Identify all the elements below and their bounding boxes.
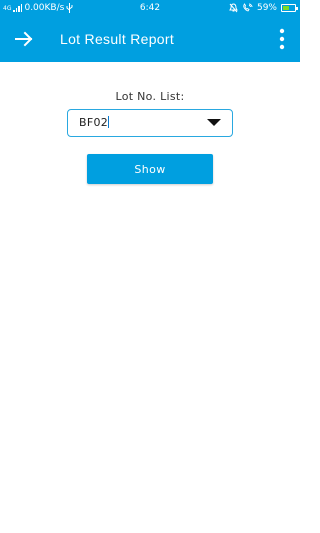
status-right: 59% (229, 0, 298, 16)
battery-percent: 59% (256, 3, 277, 13)
lot-select-text: BF02 (79, 116, 109, 129)
lot-list-label: Lot No. List: (115, 90, 185, 103)
arrow-right-icon[interactable] (12, 27, 36, 51)
page-title: Lot Result Report (60, 31, 175, 47)
wifi-call-icon (243, 3, 253, 12)
more-vert-icon[interactable] (278, 28, 286, 50)
battery-icon (281, 4, 298, 12)
dropdown-arrow-icon[interactable] (207, 119, 221, 126)
lot-select[interactable]: BF02 (67, 109, 233, 137)
lot-select-value: BF02 (79, 110, 110, 136)
text-cursor (108, 116, 110, 128)
show-button[interactable]: Show (87, 154, 213, 184)
silent-bell-icon (229, 3, 238, 13)
app-bar: Lot Result Report (0, 16, 300, 62)
status-bar: 4G 0.00KB/s 6:42 59% (0, 0, 300, 16)
